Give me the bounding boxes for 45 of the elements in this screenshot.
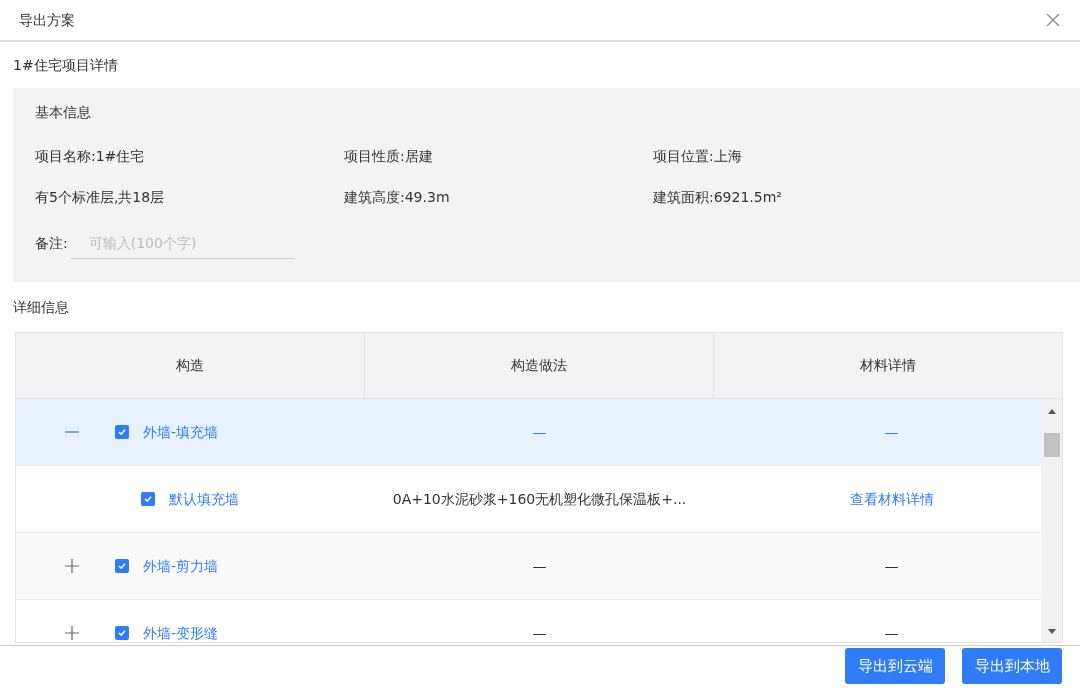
project-title: 1#住宅项目详情 (13, 55, 118, 75)
materials-text: — (884, 556, 899, 576)
table-row[interactable]: 外墙-填充墙 — — (16, 399, 1041, 466)
export-button[interactable]: 导出到本地 (962, 648, 1062, 684)
plus-icon[interactable] (65, 559, 79, 573)
info-field: 建筑高度:49.3m (344, 187, 653, 209)
materials-text: — (884, 623, 899, 642)
checkbox[interactable] (115, 425, 129, 439)
scrollbar[interactable] (1041, 399, 1062, 642)
plus-icon[interactable] (65, 626, 79, 640)
info-field: 项目性质:居建 (344, 146, 653, 168)
info-field: 建筑面积:6921.5m² (653, 187, 962, 209)
close-icon[interactable] (1046, 13, 1060, 27)
scroll-down-icon[interactable] (1048, 629, 1056, 634)
checkbox[interactable] (115, 626, 129, 640)
checkbox[interactable] (141, 492, 155, 506)
section-heading: 详细信息 (13, 297, 69, 317)
check-icon (117, 628, 127, 638)
method-text: 0A+10水泥砂浆+160无机塑化微孔保温板+... (392, 489, 687, 509)
construction-name[interactable]: 外墙-填充墙 (143, 421, 219, 443)
checkbox[interactable] (115, 559, 129, 573)
column-header: 材料详情 (859, 356, 917, 375)
check-icon (117, 427, 127, 437)
column-header: 构造做法 (365, 333, 714, 398)
construction-name[interactable]: 默认填充墙 (169, 488, 239, 510)
check-icon (117, 561, 127, 571)
scroll-thumb[interactable] (1044, 433, 1060, 457)
info-field: 项目位置:上海 (653, 146, 962, 168)
method-text: — (532, 623, 547, 642)
dialog-title: 导出方案 (19, 10, 75, 30)
scroll-up-icon[interactable] (1048, 409, 1056, 414)
materials-text: — (884, 422, 899, 442)
info-field: 有5个标准层,共18层 (35, 187, 344, 209)
export-button[interactable]: 导出到云端 (845, 648, 945, 684)
check-icon (143, 494, 153, 504)
remark-label: 备注: (35, 233, 68, 253)
material-details-link[interactable]: 查看材料详情 (849, 488, 934, 510)
table-row[interactable]: 外墙-剪力墙 — — (16, 533, 1041, 600)
section-heading: 基本信息 (35, 103, 92, 122)
method-text: — (532, 556, 547, 576)
column-header: 构造 (16, 333, 365, 398)
method-text: — (532, 422, 547, 442)
construction-name[interactable]: 外墙-剪力墙 (143, 555, 219, 577)
construction-name[interactable]: 外墙-变形缝 (143, 622, 219, 642)
info-field: 项目名称:1#住宅 (35, 146, 344, 168)
